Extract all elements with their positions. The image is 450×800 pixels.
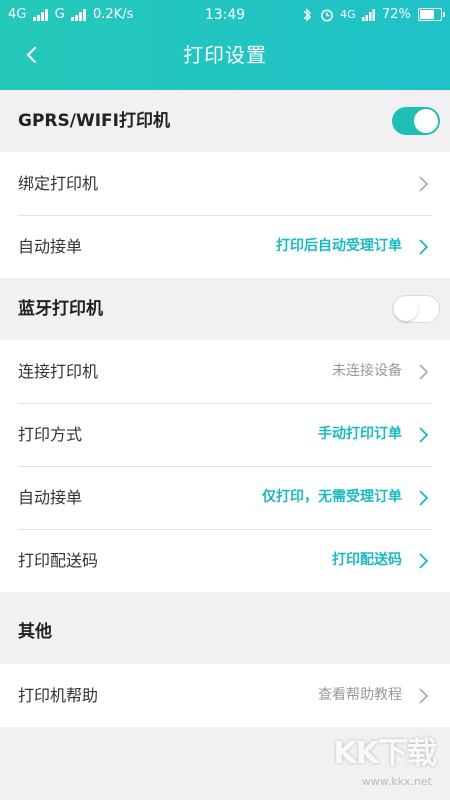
gprs-settings-group: 绑定打印机 自动接单 打印后自动受理订单 <box>0 152 450 278</box>
network-label-3: 4G <box>340 8 356 21</box>
row-value: 查看帮助教程 <box>318 687 402 703</box>
row-label: 自动接单 <box>18 488 83 507</box>
chevron-right-icon <box>419 688 429 704</box>
chevron-right-icon <box>419 239 429 255</box>
signal-icon <box>361 8 375 21</box>
row-value: 未连接设备 <box>332 363 402 379</box>
gprs-printer-toggle[interactable] <box>392 107 440 135</box>
status-right: 4G 72% <box>300 0 445 30</box>
settings-content: GPRS/WIFI打印机 绑定打印机 自动接单 打印后自动受理订单 蓝牙打印机 … <box>0 90 450 727</box>
row-value: 打印后自动受理订单 <box>276 238 402 254</box>
chevron-right-icon <box>419 364 429 380</box>
chevron-right-icon <box>419 553 429 569</box>
chevron-left-icon <box>27 47 36 63</box>
other-settings-group: 打印机帮助 查看帮助教程 <box>0 664 450 727</box>
watermark-logo: KK下载 <box>333 736 437 771</box>
row-label: 自动接单 <box>18 237 83 256</box>
bluetooth-printer-toggle[interactable] <box>392 295 440 323</box>
row-print-delivery-code[interactable]: 打印配送码 打印配送码 <box>0 529 450 592</box>
chevron-right-icon <box>419 490 429 506</box>
alarm-icon <box>321 9 333 21</box>
section-title-other: 其他 <box>18 622 52 642</box>
page-title: 打印设置 <box>183 43 267 67</box>
bluetooth-settings-group: 连接打印机 未连接设备 打印方式 手动打印订单 自动接单 仅打印，无需受理订单 … <box>0 340 450 592</box>
battery-icon <box>418 8 445 21</box>
row-connect-printer[interactable]: 连接打印机 未连接设备 <box>0 340 450 403</box>
row-value: 仅打印，无需受理订单 <box>262 489 402 505</box>
app-header: 4G G 0.2K/s 13:49 4G 72% 打印设置 <box>0 0 450 90</box>
row-label: 连接打印机 <box>18 362 99 381</box>
watermark: KK下载 www.kkx.net <box>316 728 437 788</box>
row-value: 手动打印订单 <box>318 426 402 442</box>
back-button[interactable] <box>18 40 48 70</box>
section-other-header: 其他 <box>0 592 450 664</box>
row-label: 绑定打印机 <box>18 174 99 193</box>
section-bluetooth-header: 蓝牙打印机 <box>0 278 450 340</box>
row-value: 打印配送码 <box>332 552 402 568</box>
toggle-knob <box>394 297 418 321</box>
toggle-knob <box>414 109 438 133</box>
section-title-gprs: GPRS/WIFI打印机 <box>18 111 170 131</box>
row-label: 打印机帮助 <box>18 686 99 705</box>
watermark-url: www.kkx.net <box>361 775 432 788</box>
chevron-right-icon <box>419 427 429 443</box>
battery-percent: 72% <box>381 7 411 22</box>
row-print-mode[interactable]: 打印方式 手动打印订单 <box>0 403 450 466</box>
row-label: 打印方式 <box>18 425 83 444</box>
row-auto-accept[interactable]: 自动接单 打印后自动受理订单 <box>0 215 450 278</box>
section-title-bluetooth: 蓝牙打印机 <box>18 299 103 319</box>
row-auto-accept-bt[interactable]: 自动接单 仅打印，无需受理订单 <box>0 466 450 529</box>
bluetooth-icon <box>303 7 311 22</box>
nav-bar: 打印设置 <box>0 30 450 80</box>
chevron-right-icon <box>419 176 429 192</box>
row-label: 打印配送码 <box>18 551 99 570</box>
row-printer-help[interactable]: 打印机帮助 查看帮助教程 <box>0 664 450 727</box>
status-bar: 4G G 0.2K/s 13:49 4G 72% <box>0 0 450 30</box>
row-bind-printer[interactable]: 绑定打印机 <box>0 152 450 215</box>
section-gprs-header: GPRS/WIFI打印机 <box>0 90 450 152</box>
